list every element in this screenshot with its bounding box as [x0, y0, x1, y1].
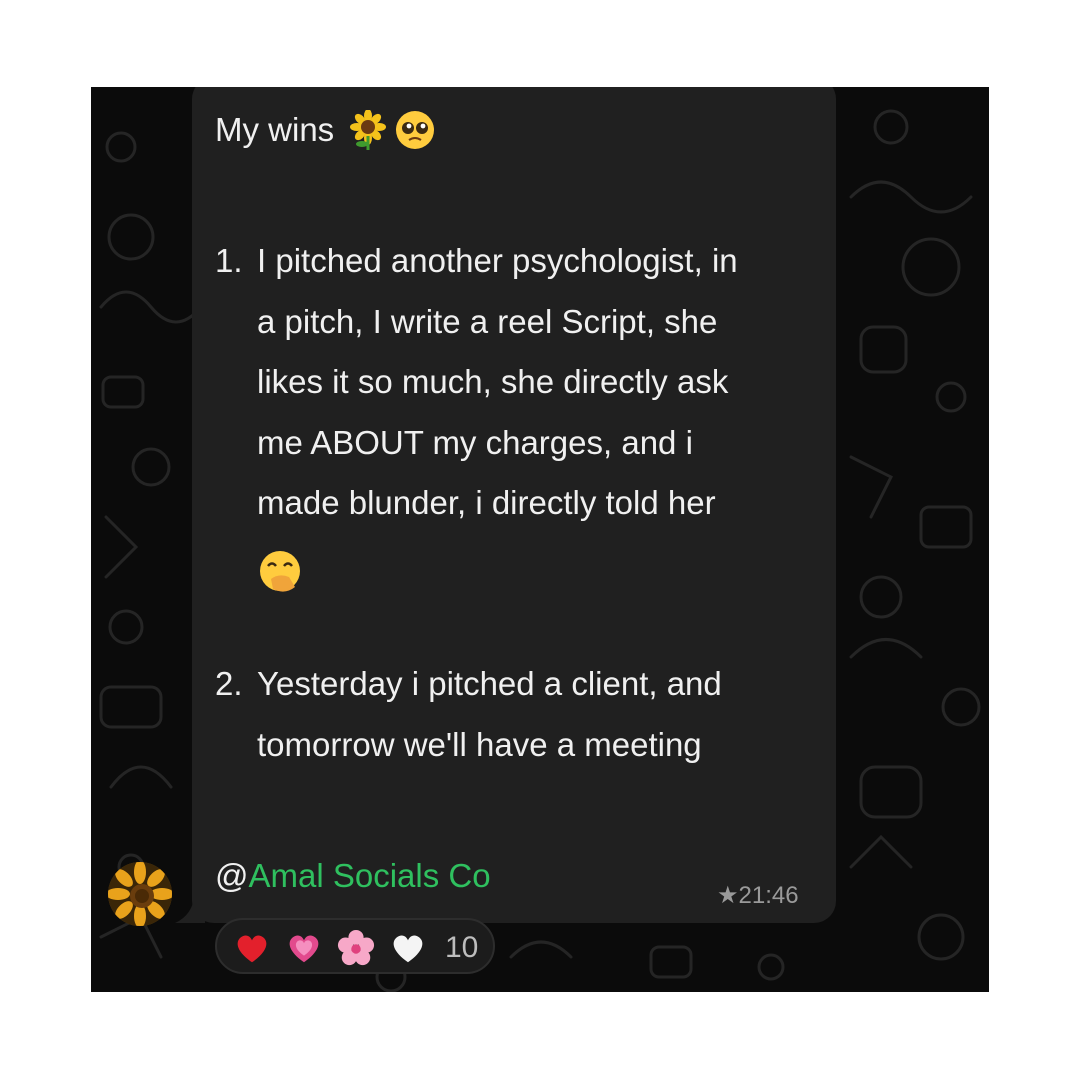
message-timestamp: ★21:46 [717, 882, 799, 909]
list-item-line: I pitched another psychologist, in [257, 242, 738, 279]
list-item: 1. I pitched another psychologist, in a … [215, 231, 815, 533]
message-title-text: My wins [215, 111, 335, 148]
pleading-face-icon [396, 111, 435, 149]
bubble-tail [175, 893, 205, 923]
cherry-blossom-icon[interactable] [337, 929, 375, 967]
list-item-line: a pitch, I write a reel Script, she [257, 302, 718, 340]
list-item-number: 2. [215, 665, 243, 702]
avatar[interactable] [108, 862, 172, 926]
signature: @Amal Socials Co [215, 856, 491, 896]
reactions-bar[interactable]: 10 [215, 918, 495, 974]
message-title: My wins [215, 109, 436, 151]
chat-window: My wins 1. I pitched another psychologis… [91, 87, 989, 992]
list-item-line: tomorrow we'll have a meeting [257, 725, 702, 763]
list-item-line: me ABOUT my charges, and i [257, 423, 693, 461]
white-heart-icon[interactable] [389, 929, 427, 967]
growing-heart-icon[interactable] [285, 929, 323, 967]
sunflower-icon [350, 110, 387, 150]
list-item-number: 1. [215, 242, 243, 279]
list-item-line: made blunder, i directly told her [257, 484, 716, 521]
red-heart-icon[interactable] [233, 929, 271, 967]
avatar-sunflower-icon [108, 862, 172, 926]
signature-link[interactable]: Amal Socials Co [249, 857, 491, 894]
list-item: 2. Yesterday i pitched a client, and tom… [215, 654, 815, 775]
list-item-line: Yesterday i pitched a client, and [257, 665, 722, 702]
list-item-line: likes it so much, she directly ask [257, 363, 729, 400]
reaction-count: 10 [445, 931, 479, 964]
signature-prefix: @ [215, 857, 249, 894]
hand-over-mouth-icon [260, 551, 300, 592]
